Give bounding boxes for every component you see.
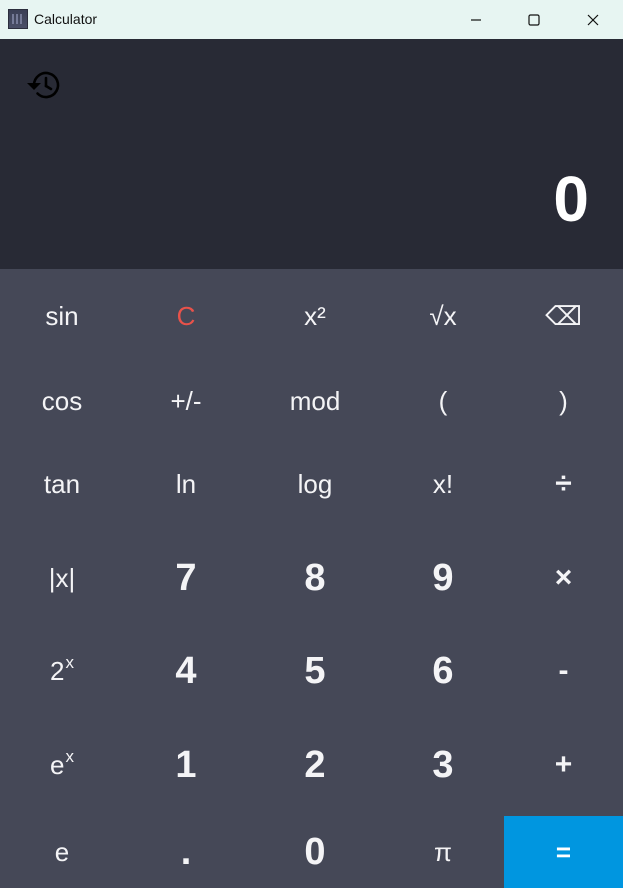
open-paren-button[interactable]: ( (382, 362, 504, 440)
maximize-icon (528, 13, 540, 26)
abs-button[interactable]: |x| (0, 527, 124, 628)
square-button[interactable]: x² (248, 269, 382, 362)
digit-6-button[interactable]: 6 (382, 628, 504, 714)
digit-1-button[interactable]: 1 (124, 714, 248, 816)
sin-button[interactable]: sin (0, 269, 124, 362)
pow2-exponent: x (65, 652, 74, 672)
negate-button[interactable]: +/- (124, 362, 248, 440)
cos-button[interactable]: cos (0, 362, 124, 440)
digit-0-button[interactable]: 0 (248, 816, 382, 888)
close-paren-button[interactable]: ) (504, 362, 623, 440)
exp-button[interactable]: ex (0, 714, 124, 816)
minus-button[interactable]: - (504, 628, 623, 714)
exp-base: e (50, 750, 65, 780)
backspace-button[interactable]: ⌫ (504, 269, 623, 362)
sqrt-button[interactable]: √x (382, 269, 504, 362)
log-button[interactable]: log (248, 440, 382, 527)
display-area: 0 (0, 39, 623, 269)
calculator-app-icon (8, 9, 28, 29)
display-value: 0 (553, 163, 589, 235)
tan-button[interactable]: tan (0, 440, 124, 527)
calculator-window: Calculator 0 sin C x² √x ⌫ cos +/- mod (… (0, 0, 623, 888)
multiply-button[interactable]: × (504, 527, 623, 628)
digit-2-button[interactable]: 2 (248, 714, 382, 816)
maximize-button[interactable] (505, 0, 563, 39)
divide-button[interactable]: ÷ (504, 440, 623, 527)
keypad: sin C x² √x ⌫ cos +/- mod ( ) tan ln log… (0, 269, 623, 888)
digit-9-button[interactable]: 9 (382, 527, 504, 628)
close-icon (587, 14, 599, 25)
exp-exponent: x (65, 746, 74, 766)
digit-5-button[interactable]: 5 (248, 628, 382, 714)
window-title: Calculator (34, 11, 98, 27)
plus-button[interactable]: + (504, 714, 623, 816)
minimize-button[interactable] (447, 0, 505, 39)
history-button[interactable] (24, 67, 64, 103)
pow2-button[interactable]: 2x (0, 628, 124, 714)
minimize-icon (471, 18, 481, 21)
close-button[interactable] (564, 0, 622, 39)
digit-4-button[interactable]: 4 (124, 628, 248, 714)
ln-button[interactable]: ln (124, 440, 248, 527)
title-bar: Calculator (0, 0, 623, 39)
pi-button[interactable]: π (382, 816, 504, 888)
clear-button[interactable]: C (124, 269, 248, 362)
pow2-base: 2 (50, 656, 65, 686)
digit-8-button[interactable]: 8 (248, 527, 382, 628)
history-icon (27, 71, 60, 99)
equals-button[interactable]: = (504, 816, 623, 888)
decimal-button[interactable]: . (124, 816, 248, 888)
backspace-icon: ⌫ (545, 300, 582, 331)
digit-3-button[interactable]: 3 (382, 714, 504, 816)
e-constant-button[interactable]: e (0, 816, 124, 888)
digit-7-button[interactable]: 7 (124, 527, 248, 628)
mod-button[interactable]: mod (248, 362, 382, 440)
factorial-button[interactable]: x! (382, 440, 504, 527)
